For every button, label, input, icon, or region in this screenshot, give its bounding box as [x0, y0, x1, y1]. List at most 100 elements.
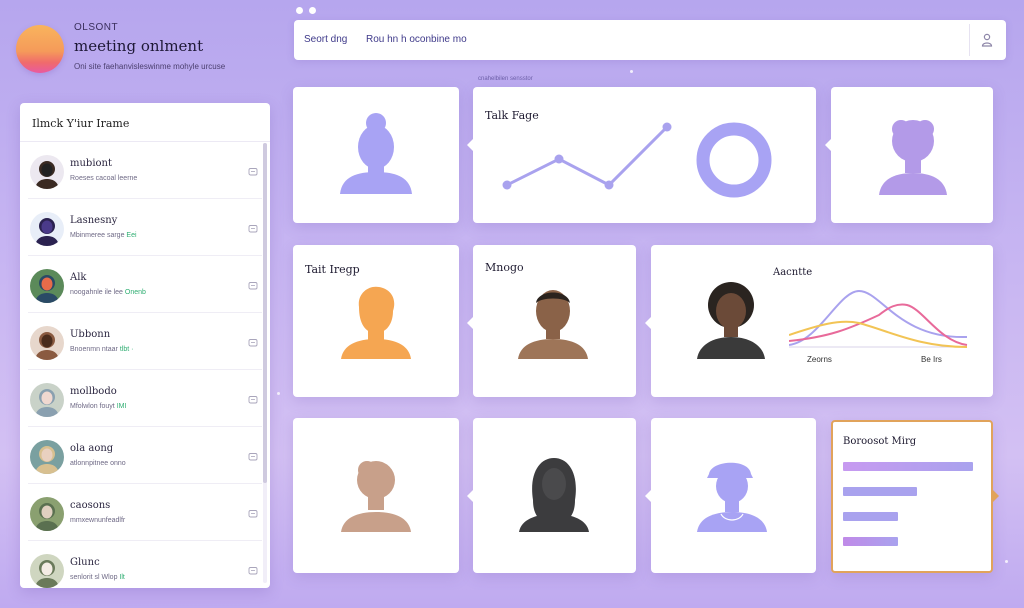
user-button[interactable] [978, 31, 996, 49]
scrollbar[interactable] [263, 143, 267, 583]
message-icon[interactable] [248, 566, 258, 576]
feature-bar [843, 537, 898, 546]
contact-sub-text: noogahnle ile lee [70, 289, 123, 296]
avatar [30, 326, 64, 360]
contacts-title: Ilmck Y'iur Irame [32, 117, 130, 130]
contact-name: Glunc [70, 557, 100, 568]
contact-row[interactable]: Glunc senlorit sl Wlop Ilt [28, 542, 262, 588]
search-query-text[interactable]: Rou hn h oconbine mo [366, 34, 467, 45]
axis-label-right: Be Irs [921, 355, 942, 364]
card-notch [825, 139, 831, 151]
message-icon[interactable] [248, 395, 258, 405]
profile-card-bun[interactable] [293, 87, 459, 223]
profile-card-man[interactable]: Mnogo [467, 245, 636, 397]
person-silhouette-icon [879, 120, 947, 195]
contact-sub-text: senlorit sl Wlop [70, 574, 118, 581]
window-dot[interactable] [296, 7, 303, 14]
brand-small-label: OLSONT [74, 22, 119, 33]
card-notch [645, 317, 651, 329]
avatar [30, 155, 64, 189]
distribution-curves-chart [789, 289, 968, 348]
person-silhouette-icon [341, 461, 411, 532]
contact-name: mollbodo [70, 386, 117, 397]
contact-subtitle: noogahnle ile lee Onenb [70, 289, 146, 296]
profile-card-curly[interactable] [825, 87, 993, 223]
feature-bar [843, 462, 973, 471]
contact-name: mubiont [70, 158, 113, 169]
message-icon[interactable] [248, 509, 258, 519]
contact-row[interactable]: Alk noogahnle ile lee Onenb [28, 257, 262, 313]
window-dot[interactable] [309, 7, 316, 14]
person-avatar-icon [697, 282, 765, 359]
contact-subtitle: Roeses cacoal leerne [70, 175, 137, 182]
strip-caption: cnahelbilen sensstor [478, 76, 533, 82]
divider [20, 141, 270, 142]
search-bar: Seort dng Rou hn h oconbine mo [294, 20, 1006, 60]
contact-subtitle: mmxewnunfeadlfr [70, 517, 125, 524]
contact-row[interactable]: mollbodo Mfolwlon fouyt IMI [28, 371, 262, 427]
message-icon[interactable] [248, 281, 258, 291]
brand: OLSONT meeting onlment Oni site faehanvi… [16, 22, 276, 82]
avatar [30, 440, 64, 474]
person-silhouette-icon [697, 462, 767, 532]
contact-row[interactable]: Lasnesny Mbinmeree sarge Eei [28, 200, 262, 256]
feature-card-label: Boroosot Mirg [843, 436, 917, 447]
contact-sub-text: Mfolwlon fouyt [70, 403, 115, 410]
card-notch [467, 139, 473, 151]
message-icon[interactable] [248, 338, 258, 348]
man-card-label: Mnogo [485, 261, 524, 274]
contact-subtitle: Mbinmeree sarge Eei [70, 232, 137, 239]
analytics-card[interactable]: Aacntte Zeorns Be Irs [645, 245, 993, 397]
contact-row[interactable]: caosons mmxewnunfeadlfr [28, 485, 262, 541]
trend-card[interactable]: Talk Fage [467, 87, 816, 223]
trend-point [554, 154, 564, 164]
trend-point [502, 180, 512, 190]
contact-name: Ubbonn [70, 329, 111, 340]
contact-sub-text: Mbinmeree sarge [70, 232, 125, 239]
orange-card-label: Tait Iregp [305, 263, 360, 276]
brand-subtitle: Oni site faehanvisleswinme mohyle urcuse [74, 62, 226, 71]
card-notch [645, 490, 651, 502]
trend-point [662, 122, 672, 132]
avatar [30, 554, 64, 588]
avatar [30, 212, 64, 246]
feature-bar [843, 512, 898, 521]
card-notch [993, 490, 999, 502]
search-link-primary[interactable]: Seort dng [304, 34, 347, 45]
feature-card[interactable]: Boroosot Mirg [831, 420, 999, 573]
profile-card-cap[interactable] [645, 418, 816, 573]
message-icon[interactable] [248, 452, 258, 462]
sunset-logo-icon [16, 25, 64, 73]
contact-row[interactable]: mubiont Roeses cacoal leerne [28, 143, 262, 199]
contact-row[interactable]: ola aong atlonnpitnee onno [28, 428, 262, 484]
profile-card-orange[interactable]: Tait Iregp [293, 245, 459, 397]
contact-name: Lasnesny [70, 215, 118, 226]
window-controls [296, 7, 316, 14]
contact-subtitle: Mfolwlon fouyt IMI [70, 403, 126, 410]
contact-row[interactable]: Ubbonn Bnoenmn ntaar tlbt · [28, 314, 262, 370]
contact-tag: tlbt · [119, 346, 134, 353]
sparkle [277, 392, 280, 395]
contact-name: ola aong [70, 443, 114, 454]
profile-card-tan[interactable] [293, 418, 459, 573]
scrollbar-thumb[interactable] [263, 143, 267, 483]
user-icon [981, 33, 993, 47]
contact-sub-text: Roeses cacoal leerne [70, 175, 138, 182]
contacts-panel: Ilmck Y'iur Irame mubiont Roeses cacoal l… [20, 103, 270, 588]
person-silhouette-icon [519, 458, 589, 532]
search-divider [969, 24, 970, 56]
message-icon[interactable] [248, 224, 258, 234]
person-silhouette-icon [341, 286, 411, 359]
contact-tag: Eei [126, 232, 137, 239]
person-silhouette-icon [340, 113, 412, 194]
message-icon[interactable] [248, 167, 258, 177]
card-notch [467, 317, 473, 329]
contact-subtitle: senlorit sl Wlop Ilt [70, 574, 125, 581]
contact-tag: Onenb [124, 289, 146, 296]
contact-tag: IMI [116, 403, 127, 410]
profile-card-dark[interactable] [467, 418, 636, 573]
contact-tag: Ilt [119, 574, 125, 581]
contact-sub-text: Bnoenmn ntaar [70, 346, 118, 353]
trend-line-chart [502, 122, 672, 190]
card-notch [467, 490, 473, 502]
